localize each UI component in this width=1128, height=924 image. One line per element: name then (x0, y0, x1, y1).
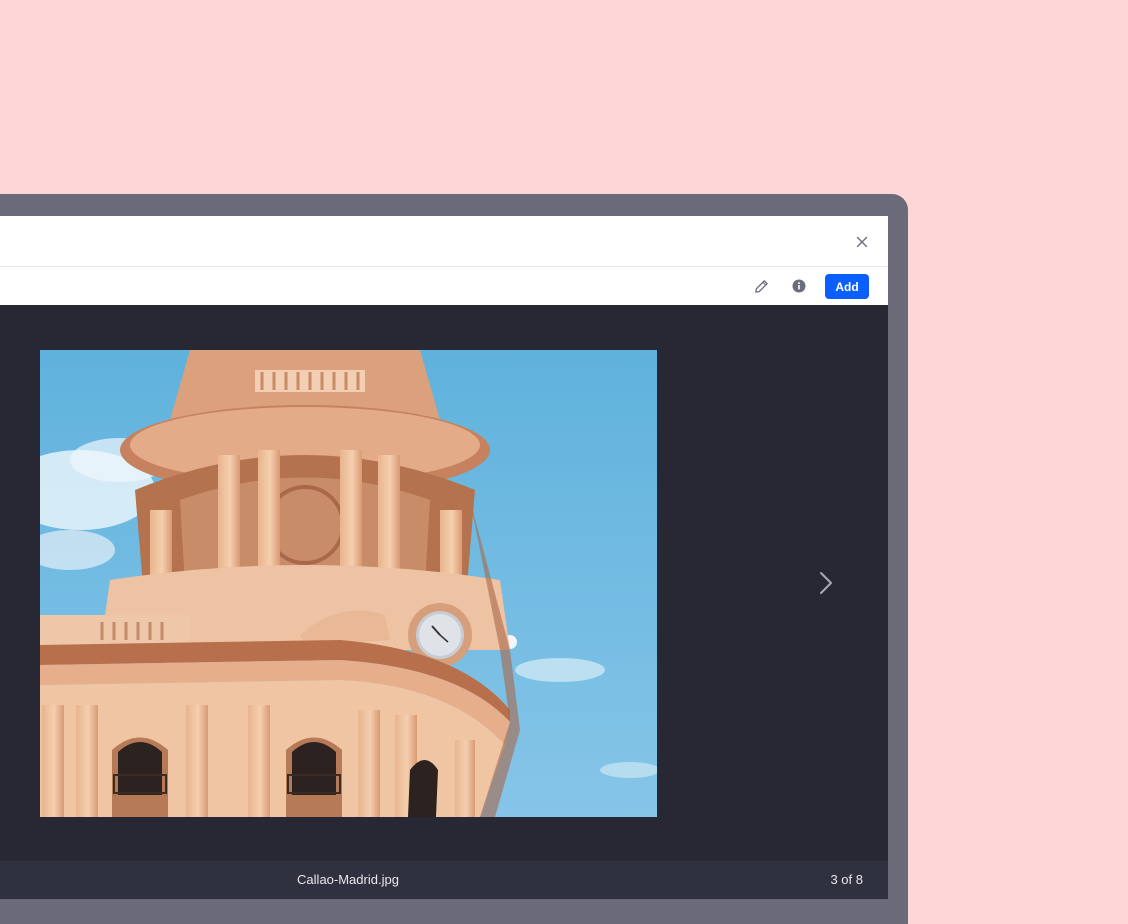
info-button[interactable] (789, 276, 809, 296)
next-image-button[interactable] (812, 569, 840, 597)
image-viewer-stage (0, 305, 888, 861)
edit-button[interactable] (751, 276, 771, 296)
add-button[interactable]: Add (825, 274, 869, 299)
close-button[interactable] (850, 234, 874, 250)
chevron-right-icon (820, 572, 832, 594)
close-icon (856, 236, 868, 248)
image-filename: Callao-Madrid.jpg (297, 872, 399, 887)
image-viewer-window: Add Callao-Madrid.jpg 3 of 8 (0, 216, 888, 899)
info-circle-icon (792, 279, 806, 293)
image-counter: 3 of 8 (830, 872, 863, 887)
viewer-titlebar (0, 216, 888, 267)
building-photo (40, 350, 657, 817)
viewer-footer: Callao-Madrid.jpg 3 of 8 (0, 861, 888, 899)
pencil-icon (754, 279, 768, 293)
viewer-toolbar: Add (0, 267, 888, 305)
device-frame: Add Callao-Madrid.jpg 3 of 8 (0, 194, 908, 924)
